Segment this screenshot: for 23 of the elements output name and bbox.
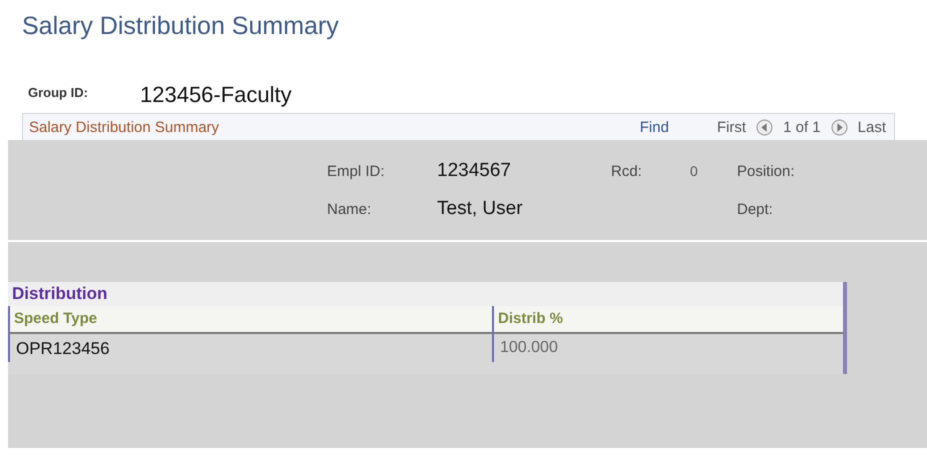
section-title: Salary Distribution Summary (29, 118, 220, 136)
group-id-value: 123456-Faculty (140, 82, 292, 109)
field-label: Empl ID: (327, 163, 386, 180)
previous-icon[interactable] (756, 118, 774, 136)
field-value: Test, User (437, 198, 524, 220)
field-label: Name: (327, 201, 372, 218)
group-id-label: Group ID: (28, 85, 89, 102)
page-title: Salary Distribution Summary (21, 11, 340, 42)
find-link[interactable]: Find (640, 118, 669, 136)
first-link[interactable]: First (716, 118, 746, 136)
field-label: Rcd: (611, 163, 643, 180)
last-link[interactable]: Last (858, 118, 886, 136)
table-cell: OPR123456 (8, 332, 492, 362)
column-header[interactable]: Speed Type (8, 306, 492, 332)
field-value: 0 (690, 163, 699, 179)
page-count: 1 of 1 (783, 118, 821, 136)
column-header[interactable]: Distrib % (492, 306, 843, 332)
table-cell: 100.000 (492, 332, 843, 362)
grid-title: Distribution (8, 282, 843, 306)
next-icon[interactable] (830, 118, 848, 136)
field-label: Position: (737, 163, 795, 180)
field-label: Dept: (737, 201, 773, 218)
field-value: 1234567 (437, 160, 512, 182)
